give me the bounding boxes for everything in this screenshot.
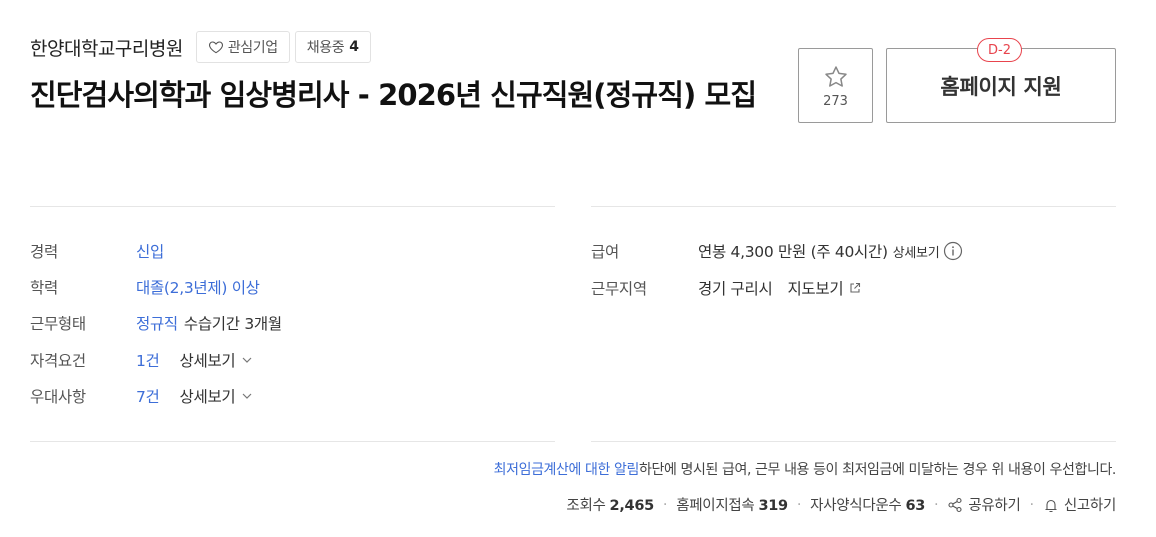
location-value: 경기 구리시 [698,280,773,298]
separator-dot: · [1029,496,1035,513]
education-value[interactable]: 대졸(2,3년제) 이상 [136,276,260,298]
dday-badge: D-2 [977,38,1022,62]
form-downloads-stat: 자사양식다운수 63 [810,494,925,515]
form-downloads-label: 자사양식다운수 [810,498,902,514]
chevron-down-icon [242,393,252,399]
job-conditions-right: 급여 연봉 4,300 만원 (주 40시간) 상세보기 근무지역 경기 구리시… [591,240,1116,300]
divider-top-left [30,206,555,207]
separator-dot: · [796,496,802,513]
education-label: 학력 [30,279,58,297]
employment-extra: 수습기간 3개월 [183,315,282,333]
bell-icon [1045,499,1057,512]
form-downloads-count: 63 [905,498,926,514]
scrap-count: 273 [823,94,848,109]
employment-value-wrap: 정규직 수습기간 3개월 [136,312,282,334]
preference-value[interactable]: 7건 [136,385,160,407]
career-label: 경력 [30,243,58,261]
info-icon [944,241,963,261]
location-value-wrap: 경기 구리시 지도보기 [698,277,861,299]
heart-icon [208,41,223,54]
favorite-label: 관심기업 [227,40,278,56]
employment-value[interactable]: 정규직 [136,312,178,334]
hiring-count: 4 [349,39,359,55]
company-name[interactable]: 한양대학교구리병원 [30,34,183,61]
stats-bar: 조회수 2,465 · 홈페이지접속 319 · 자사양식다운수 63 · 공유하기 … [566,494,1116,515]
apply-label: 홈페이지 지원 [940,74,1062,99]
salary-value-wrap: 연봉 4,300 만원 (주 40시간) 상세보기 [698,240,963,262]
homepage-visits-stat: 홈페이지접속 319 [676,494,788,515]
separator-dot: · [934,496,939,513]
views-label: 조회수 [566,498,606,514]
salary-value: 연봉 4,300 만원 (주 40시간) [698,243,888,261]
chevron-down-icon [242,357,252,363]
divider-top-right [591,206,1116,207]
notice-text: 하단에 명시된 급여, 근무 내용 등이 최저임금에 미달하는 경우 위 내용이… [639,462,1116,478]
dday-text: D-2 [988,42,1011,58]
salary-detail-label: 상세보기 [892,245,940,261]
qualification-detail-button[interactable]: 상세보기 [180,349,254,371]
homepage-visits-label: 홈페이지접속 [676,498,755,514]
share-label: 공유하기 [968,498,1021,514]
employment-label: 근무형태 [30,315,86,333]
qualification-detail-label: 상세보기 [179,352,236,370]
career-value-wrap: 신입 [136,240,164,262]
preference-label: 우대사항 [30,388,86,406]
scrap-button[interactable]: 273 [798,48,873,123]
location-label: 근무지역 [591,280,647,298]
report-button[interactable]: 신고하기 [1043,494,1116,515]
salary-detail-button[interactable]: 상세보기 [893,241,964,261]
preference-value-wrap: 7건 상세보기 [136,385,253,407]
favorite-company-button[interactable]: 관심기업 [195,31,290,63]
qualification-value-wrap: 1건 상세보기 [136,349,253,371]
report-label: 신고하기 [1063,498,1116,514]
homepage-visits-count: 319 [758,498,788,514]
hiring-count-button[interactable]: 채용중 4 [294,31,371,63]
job-title: 진단검사의학과 임상병리사 - 2026년 신규직원(정규직) 모집 [30,78,757,112]
job-conditions-left: 경력 신입 학력 대졸(2,3년제) 이상 근무형태 정규직 수습기간 3개월 … [30,240,555,410]
share-icon [948,497,962,512]
views-count: 2,465 [609,498,655,514]
share-button[interactable]: 공유하기 [947,494,1021,515]
divider-bottom-left [30,441,555,442]
education-value-wrap: 대졸(2,3년제) 이상 [136,276,260,298]
preference-detail-label: 상세보기 [179,388,236,406]
hiring-label: 채용중 [306,40,345,56]
external-link-icon [850,282,861,293]
separator-dot: · [662,496,668,513]
qualification-value[interactable]: 1건 [136,349,160,371]
career-value[interactable]: 신입 [136,240,164,262]
map-button[interactable]: 지도보기 [787,277,861,299]
qualification-label: 자격요건 [30,352,86,370]
divider-bottom-right [591,441,1116,442]
salary-label: 급여 [591,243,619,261]
views-stat: 조회수 2,465 [566,494,654,515]
minimum-wage-link[interactable]: 최저임금계산에 대한 알림 [494,462,640,478]
star-icon [824,66,847,87]
preference-detail-button[interactable]: 상세보기 [180,385,254,407]
company-header: 한양대학교구리병원 관심기업 채용중 4 [30,31,376,63]
map-label: 지도보기 [787,280,844,298]
minimum-wage-notice: 최저임금계산에 대한 알림하단에 명시된 급여, 근무 내용 등이 최저임금에 … [494,459,1117,479]
